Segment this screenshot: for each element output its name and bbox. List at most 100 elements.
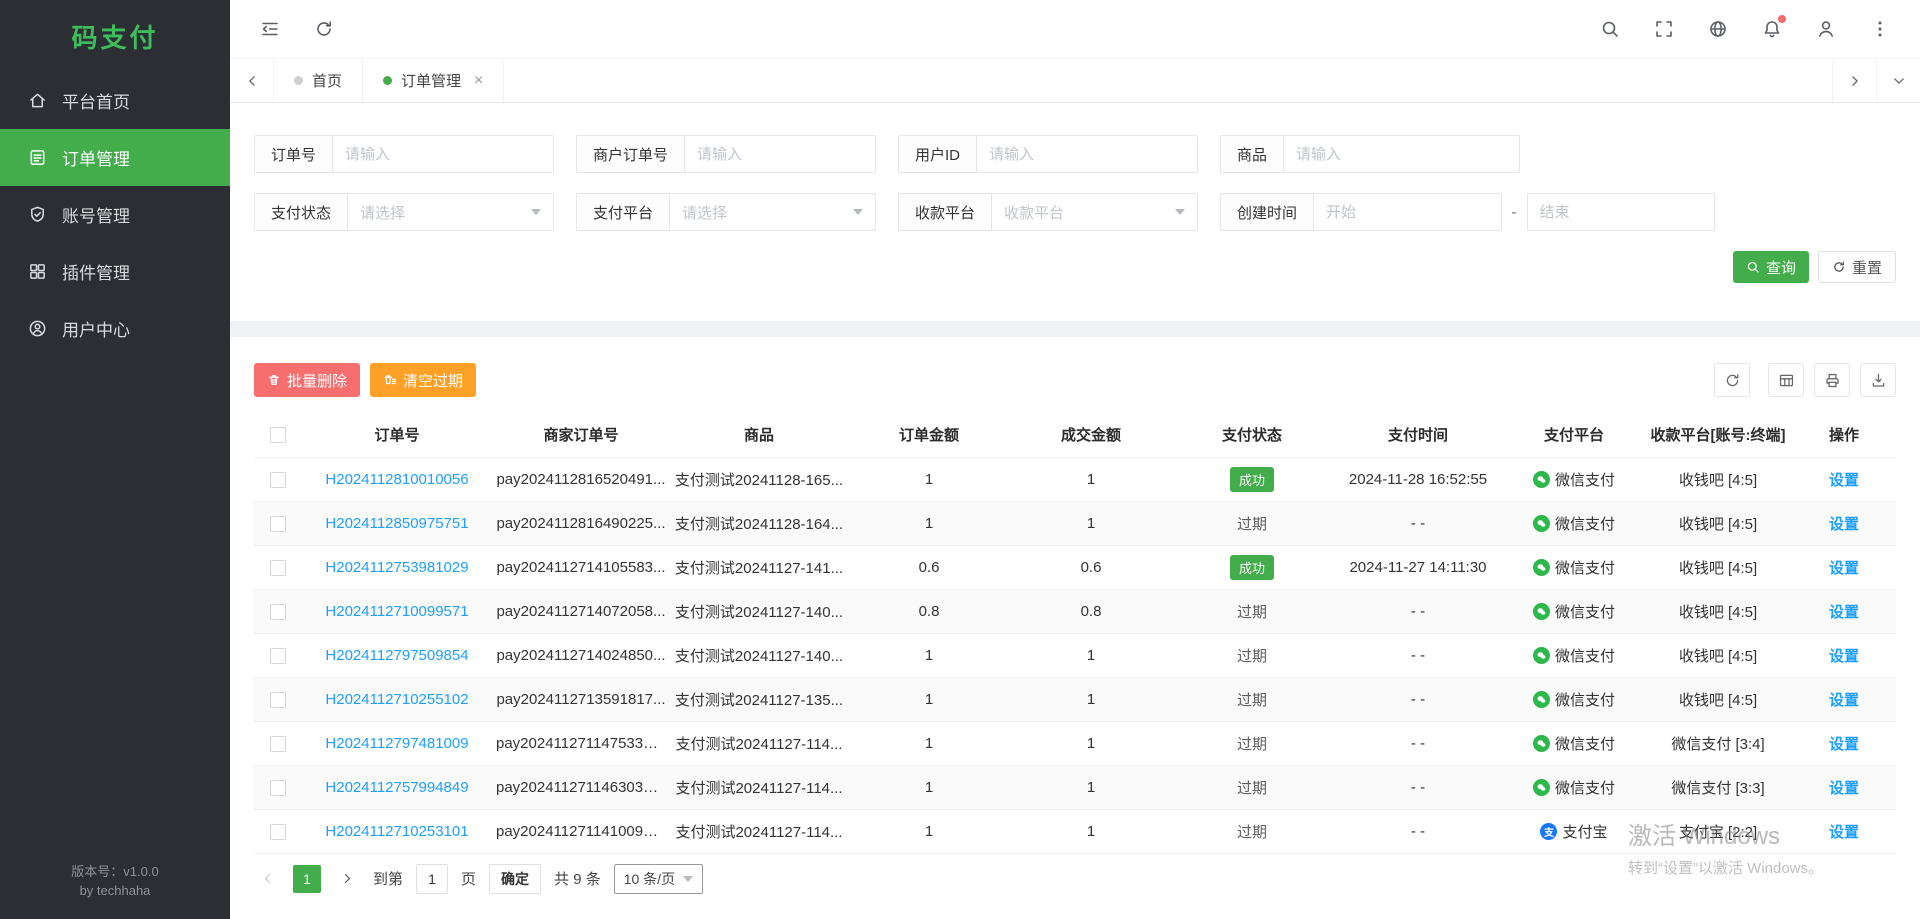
fullscreen-button[interactable] [1644,9,1684,49]
more-menu-button[interactable] [1860,9,1900,49]
receiver-cell: 收钱吧 [4:5] [1644,545,1792,589]
order-amount-cell: 0.6 [848,545,1010,589]
row-settings-link[interactable]: 设置 [1829,648,1859,665]
table-export-button[interactable] [1860,363,1896,397]
tab-home[interactable]: 首页 [274,59,363,102]
page-size-select[interactable]: 10 条/页 [614,864,703,894]
global-search-button[interactable] [1590,9,1630,49]
wechat-pay-icon [1533,647,1550,664]
user-menu-button[interactable] [1806,9,1846,49]
sidebar-item-label: 平台首页 [62,88,130,113]
filter-merchant-order-no: 商户订单号 [576,135,876,173]
tabs-scroll-left-button[interactable] [230,59,274,102]
sidebar-item-plugins[interactable]: 插件管理 [0,243,230,300]
row-settings-link[interactable]: 设置 [1829,516,1859,533]
platform-label: 微信支付 [1555,645,1615,666]
order-no-link[interactable]: H2024112757994849 [325,779,468,796]
wechat-pay-icon [1533,559,1550,576]
merchant-no-cell: pay202411271146303259 [492,765,670,809]
row-settings-link[interactable]: 设置 [1829,560,1859,577]
goto-page-input[interactable] [416,864,448,894]
sidebar-item-label: 订单管理 [62,145,130,170]
table-refresh-button[interactable] [1714,363,1750,397]
pay-platform-select[interactable]: 请选择 [670,193,876,231]
row-select-cell [254,677,302,721]
collapse-sidebar-button[interactable] [250,9,290,49]
row-checkbox[interactable] [270,472,286,488]
row-checkbox[interactable] [270,824,286,840]
row-checkbox[interactable] [270,604,286,620]
col-header-deal-amount: 成交金额 [1010,413,1172,457]
reset-button[interactable]: 重置 [1818,251,1896,283]
order-list-icon [28,148,47,167]
select-all-checkbox[interactable] [270,427,286,443]
row-checkbox[interactable] [270,736,286,752]
order-no-link[interactable]: H2024112710099571 [325,603,468,620]
batch-delete-button[interactable]: 批量删除 [254,363,360,397]
order-no-link[interactable]: H2024112710253101 [325,823,468,840]
pay-status-select[interactable]: 请选择 [348,193,554,231]
row-checkbox[interactable] [270,648,286,664]
tabs-scroll-right-button[interactable] [1832,59,1876,102]
download-icon [1870,372,1887,389]
platform-cell: 微信支付 [1504,457,1644,501]
order-no-cell: H2024112797509854 [302,633,492,677]
order-no-link[interactable]: H2024112710255102 [325,691,468,708]
receive-platform-select[interactable]: 收款平台 [992,193,1198,231]
pay-time-cell: 2024-11-27 14:11:30 [1332,545,1504,589]
table-print-button[interactable] [1814,363,1850,397]
sidebar-item-orders[interactable]: 订单管理 [0,129,230,186]
prev-page-button[interactable] [254,864,280,894]
order-no-link[interactable]: H2024112797481009 [325,735,468,752]
row-select-cell [254,545,302,589]
order-no-link[interactable]: H2024112797509854 [325,647,468,664]
main-area: 首页 订单管理 × 订单号 [230,0,1920,919]
order-amount-cell: 1 [848,809,1010,853]
row-settings-link[interactable]: 设置 [1829,472,1859,489]
sidebar-item-user-center[interactable]: 用户中心 [0,300,230,357]
refresh-page-button[interactable] [304,9,344,49]
row-settings-link[interactable]: 设置 [1829,604,1859,621]
language-button[interactable] [1698,9,1738,49]
platform-label: 微信支付 [1555,469,1615,490]
notifications-button[interactable] [1752,9,1792,49]
filter-receive-platform: 收款平台 收款平台 [898,193,1198,231]
sidebar-item-label: 账号管理 [62,202,130,227]
tab-close-icon[interactable]: × [474,73,483,89]
row-checkbox[interactable] [270,780,286,796]
order-no-link[interactable]: H2024112810010056 [325,471,468,488]
goto-prefix-label: 到第 [373,868,403,889]
next-page-button[interactable] [334,864,360,894]
filter-actions: 查询 重置 [254,251,1896,283]
platform-cell: 微信支付 [1504,677,1644,721]
row-settings-link[interactable]: 设置 [1829,692,1859,709]
pay-status-cell: 过期 [1172,501,1332,545]
sidebar-item-accounts[interactable]: 账号管理 [0,186,230,243]
order-no-link[interactable]: H2024112850975751 [325,515,468,532]
tabs-menu-button[interactable] [1876,59,1920,102]
tab-order-management[interactable]: 订单管理 × [363,59,504,102]
wechat-pay-icon [1533,691,1550,708]
start-date-input[interactable] [1314,193,1502,231]
merchant-order-no-input[interactable] [685,135,876,173]
col-header-pay-time: 支付时间 [1332,413,1504,457]
row-settings-link[interactable]: 设置 [1829,736,1859,753]
end-date-input[interactable] [1527,193,1716,231]
sidebar-item-home[interactable]: 平台首页 [0,72,230,129]
product-input[interactable] [1284,135,1520,173]
clear-expired-button[interactable]: 清空过期 [370,363,476,397]
row-checkbox[interactable] [270,516,286,532]
order-no-link[interactable]: H2024112753981029 [325,559,468,576]
row-settings-link[interactable]: 设置 [1829,780,1859,797]
row-checkbox[interactable] [270,692,286,708]
current-page-button[interactable]: 1 [293,865,321,893]
order-no-input[interactable] [333,135,554,173]
table-columns-button[interactable] [1768,363,1804,397]
filter-label: 商户订单号 [576,135,685,173]
row-checkbox[interactable] [270,560,286,576]
search-submit-button[interactable]: 查询 [1733,251,1809,283]
row-settings-link[interactable]: 设置 [1829,824,1859,841]
user-id-input[interactable] [977,135,1198,173]
product-cell: 支付测试20241128-165... [670,457,848,501]
goto-confirm-button[interactable]: 确定 [489,864,541,894]
